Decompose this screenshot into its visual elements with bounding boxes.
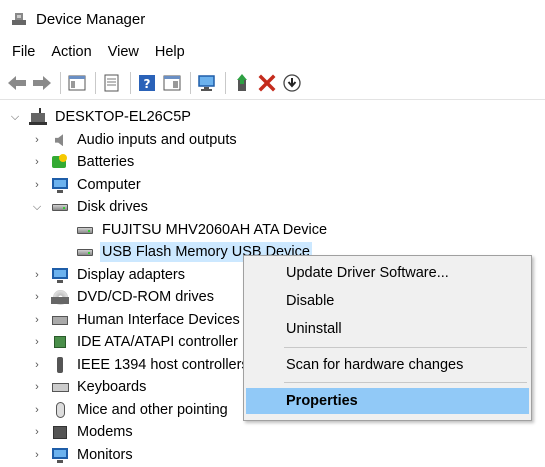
mouse-icon <box>51 401 69 419</box>
tree-item-batteries[interactable]: › Batteries <box>30 151 136 174</box>
tree-item-dvd[interactable]: › DVD/CD-ROM drives <box>30 286 216 309</box>
chevron-right-icon[interactable]: › <box>30 380 44 394</box>
tree-item-label: Monitors <box>77 447 133 464</box>
ctx-properties[interactable]: Properties <box>246 388 529 414</box>
disk-drive-icon <box>76 221 94 239</box>
tree-item-label: IDE ATA/ATAPI controller <box>77 334 238 351</box>
tree-item-ieee1394[interactable]: › IEEE 1394 host controllers <box>30 354 251 377</box>
monitor-icon <box>51 266 69 284</box>
menu-bar: File Action View Help <box>0 38 545 66</box>
keyboard-icon <box>51 378 69 396</box>
disk-drive-icon <box>76 243 94 261</box>
chevron-right-icon[interactable]: › <box>30 335 44 349</box>
tree-item-label: DVD/CD-ROM drives <box>77 289 214 306</box>
disc-icon <box>51 288 69 306</box>
chevron-right-icon[interactable]: › <box>30 155 44 169</box>
tree-item-label: Human Interface Devices <box>77 312 240 329</box>
computer-icon <box>29 108 47 126</box>
help-icon[interactable]: ? <box>136 72 158 94</box>
chevron-right-icon[interactable]: › <box>30 313 44 327</box>
ctx-separator <box>284 347 527 348</box>
tree-item-fujitsu[interactable]: FUJITSU MHV2060AH ATA Device <box>76 219 329 242</box>
title-bar: Device Manager <box>0 0 545 38</box>
chip-icon <box>51 333 69 351</box>
forward-arrow-icon[interactable] <box>31 72 53 94</box>
chevron-right-icon[interactable]: › <box>30 358 44 372</box>
window-title: Device Manager <box>36 10 146 28</box>
ctx-scan-hardware[interactable]: Scan for hardware changes <box>246 352 529 378</box>
toolbar-separator <box>225 71 226 94</box>
toolbar-separator <box>130 71 131 94</box>
plug-icon <box>51 356 69 374</box>
show-hide-tree-icon[interactable] <box>66 72 88 94</box>
tree-item-label: Disk drives <box>77 199 148 216</box>
tree-item-label: Modems <box>77 424 133 441</box>
tree-item-modems[interactable]: › Modems <box>30 421 135 444</box>
toolbar-separator <box>190 71 191 94</box>
chevron-right-icon[interactable]: › <box>30 403 44 417</box>
chevron-right-icon[interactable]: › <box>30 290 44 304</box>
svg-text:?: ? <box>144 77 151 91</box>
tree-item-label: FUJITSU MHV2060AH ATA Device <box>102 222 328 239</box>
chevron-down-icon[interactable]: ⌵ <box>8 110 22 124</box>
tree-item-keyboards[interactable]: › Keyboards <box>30 376 148 399</box>
tree-item-mice[interactable]: › Mice and other pointing <box>30 399 230 422</box>
back-arrow-icon[interactable] <box>6 72 28 94</box>
properties-icon[interactable] <box>101 72 123 94</box>
tree-item-label: Audio inputs and outputs <box>77 132 237 149</box>
toolbar-separator <box>95 71 96 94</box>
hid-icon <box>51 311 69 329</box>
monitor-icon <box>51 446 69 464</box>
monitor-icon <box>51 176 69 194</box>
tree-item-display-adapters[interactable]: › Display adapters <box>30 264 187 287</box>
chevron-right-icon[interactable]: › <box>30 268 44 282</box>
uninstall-x-icon[interactable] <box>256 72 278 94</box>
update-driver-icon[interactable] <box>231 72 253 94</box>
menu-help[interactable]: Help <box>147 38 193 66</box>
tree-item-label: Batteries <box>77 154 135 171</box>
tree-item-label: IEEE 1394 host controllers <box>77 357 249 374</box>
ctx-update-driver[interactable]: Update Driver Software... <box>246 260 529 286</box>
chevron-right-icon[interactable]: › <box>30 448 44 462</box>
menu-action[interactable]: Action <box>43 38 99 66</box>
tree-item-audio[interactable]: › Audio inputs and outputs <box>30 129 239 152</box>
chevron-right-icon[interactable]: › <box>30 425 44 439</box>
tree-item-label: Keyboards <box>77 379 147 396</box>
disk-drive-icon <box>51 198 69 216</box>
tree-item-label: Display adapters <box>77 267 185 284</box>
tree-item-hid[interactable]: › Human Interface Devices <box>30 309 242 332</box>
menu-view[interactable]: View <box>100 38 147 66</box>
context-menu: Update Driver Software... Disable Uninst… <box>243 255 532 421</box>
speaker-icon <box>51 131 69 149</box>
download-icon[interactable] <box>281 72 303 94</box>
chevron-down-icon[interactable]: ⌵ <box>30 200 44 214</box>
scan-hardware-icon[interactable] <box>196 72 218 94</box>
ctx-separator <box>284 382 527 383</box>
tree-root[interactable]: ⌵ DESKTOP-EL26C5P <box>8 106 193 129</box>
view-toggle-icon[interactable] <box>161 72 183 94</box>
chevron-right-icon[interactable]: › <box>30 178 44 192</box>
toolbar: ? <box>0 66 545 100</box>
ctx-disable[interactable]: Disable <box>246 288 529 314</box>
tree-item-computer[interactable]: › Computer <box>30 174 143 197</box>
tree-root-label: DESKTOP-EL26C5P <box>55 109 191 126</box>
device-manager-icon <box>11 11 27 27</box>
tree-item-monitors[interactable]: › Monitors <box>30 444 135 467</box>
modem-icon <box>51 423 69 441</box>
tree-item-label: Computer <box>77 177 141 194</box>
menu-file[interactable]: File <box>4 38 43 66</box>
chevron-right-icon[interactable]: › <box>30 133 44 147</box>
toolbar-separator <box>60 71 61 94</box>
ctx-uninstall[interactable]: Uninstall <box>246 316 529 342</box>
tree-item-ide[interactable]: › IDE ATA/ATAPI controller <box>30 331 240 354</box>
tree-item-disk-drives[interactable]: ⌵ Disk drives <box>30 196 150 219</box>
battery-icon <box>51 153 69 171</box>
tree-item-label: Mice and other pointing <box>77 402 228 419</box>
